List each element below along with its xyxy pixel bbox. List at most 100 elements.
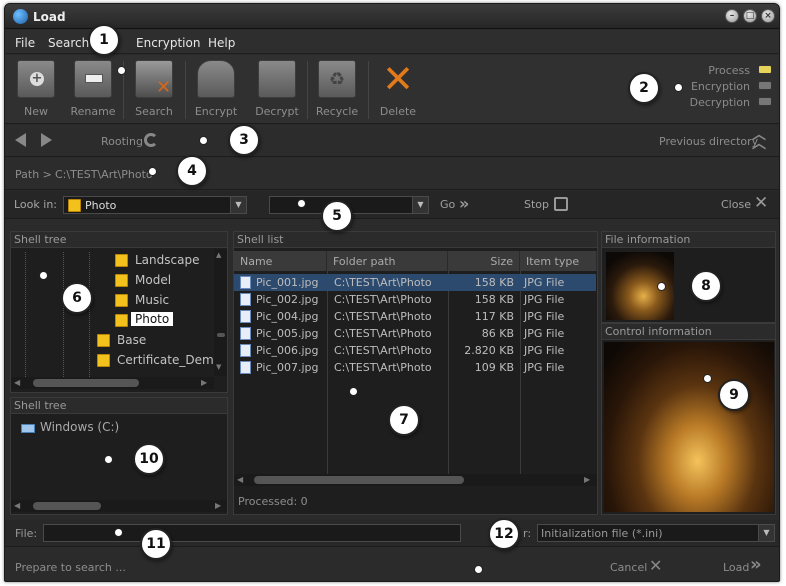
chevron-down-icon[interactable]: ▼ [758,525,774,541]
folder-icon [115,314,128,327]
app-logo-icon [13,9,28,24]
callout-11: 11 [140,528,172,560]
callout-4: 4 [176,155,208,187]
minimize-icon[interactable]: – [725,9,739,23]
status-text: Prepare to search ... [15,561,126,574]
toolbar-separator [368,61,369,119]
chevron-down-icon[interactable]: ▼ [230,197,246,213]
folder-icon [97,354,110,367]
cancel-x-icon[interactable]: ✕ [649,556,662,575]
rooting-label[interactable]: Rooting [101,135,143,148]
key-icon [258,60,296,98]
load-chevron-icon[interactable]: » [750,554,762,575]
close-button[interactable]: Close [721,198,751,211]
process-indicator [758,65,772,74]
decryption-indicator [758,97,772,106]
tree-item-model[interactable]: Model [135,273,171,287]
encrypt-button[interactable]: Encrypt [188,58,244,122]
previous-directory-label[interactable]: Previous directory [659,135,758,148]
table-row[interactable]: Pic_004.jpg C:\TEST\Art\Photo 117 KB JPG… [234,308,594,325]
shell-tree-title: Shell tree [11,232,227,248]
callout-9: 9 [718,379,750,411]
vertical-scrollbar[interactable]: ▲ ▼ [214,249,227,376]
decrypt-button[interactable]: Decrypt [249,58,305,122]
close-window-icon[interactable]: × [761,9,775,23]
file-input[interactable] [43,524,461,542]
callout-7: 7 [388,404,420,436]
menu-help[interactable]: Help [208,36,235,50]
menu-file[interactable]: File [15,36,35,50]
jpg-file-icon [240,344,251,357]
process-label: Process [708,64,750,77]
refresh-icon[interactable] [144,133,158,147]
column-name[interactable]: Name [234,251,327,271]
tree-item-landscape[interactable]: Landscape [135,253,199,267]
table-row[interactable]: Pic_001.jpg C:\TEST\Art\Photo 158 KB JPG… [234,274,596,291]
look-in-bar: Look in: Photo ▼ ▼ Go » Stop Close ✕ [5,191,779,219]
go-button[interactable]: Go [440,198,455,211]
shell-tree-drives-title: Shell tree [11,398,227,414]
shell-tree-panel: Shell tree Landscape Model Music Photo B… [10,231,228,393]
menu-search[interactable]: Search [48,36,89,50]
stop-button[interactable]: Stop [524,198,549,211]
look-in-value: Photo [85,199,117,212]
horizontal-scrollbar[interactable]: ◀ ▶ [234,474,597,486]
window-title: Load [33,10,66,24]
jpg-file-icon [240,361,251,374]
file-type-combo[interactable]: Initialization file (*.ini) ▼ [537,524,775,542]
file-information-panel: File information [601,231,776,323]
tree-item-photo[interactable]: Photo [131,312,174,326]
load-window: Load – □ × File Search Encryption Help +… [4,3,780,582]
up-chevron-icon[interactable]: ︿ ︿ [752,128,766,151]
table-row[interactable]: Pic_007.jpg C:\TEST\Art\Photo 109 KB JPG… [234,359,594,376]
tree-item-base[interactable]: Base [117,333,146,347]
search-button[interactable]: ✕ Search [126,58,182,122]
tree-item-certificate-demo[interactable]: Certificate_Demo [117,353,221,367]
drive-windows-c[interactable]: Windows (C:) [40,420,119,434]
look-in-label: Look in: [14,198,57,211]
table-row[interactable]: Pic_005.jpg C:\TEST\Art\Photo 86 KB JPG … [234,325,594,342]
encryption-indicator [758,81,772,90]
callout-5: 5 [321,200,353,232]
tree-item-music[interactable]: Music [135,293,169,307]
folder-icon [97,334,110,347]
callout-1: 1 [88,24,120,56]
back-arrow-icon[interactable] [15,133,26,147]
file-type-value: Initialization file (*.ini) [541,527,663,540]
rename-button[interactable]: Rename [65,58,121,122]
path-value: C:\TEST\Art\Photo [55,168,153,181]
new-button[interactable]: + New [8,58,64,122]
recycle-button[interactable]: ♻ Recycle [309,58,365,122]
go-chevron-icon[interactable]: » [459,194,469,213]
shell-tree-drives-panel: Shell tree Windows (C:) ◀ ▶ [10,397,228,515]
toolbar-separator [307,61,308,119]
shell-list-title: Shell list [234,232,597,248]
file-information-title: File information [602,232,775,248]
load-button[interactable]: Load [723,561,749,574]
close-x-icon[interactable]: ✕ [754,193,768,213]
forward-arrow-icon[interactable] [41,133,52,147]
table-row[interactable]: Pic_006.jpg C:\TEST\Art\Photo 2.820 KB J… [234,342,594,359]
horizontal-scrollbar[interactable]: ◀ ▶ [11,377,214,389]
path-bar: Path > C:\TEST\Art\Photo [5,158,779,190]
chevron-down-icon[interactable]: ▼ [412,197,428,213]
folder-icon [68,199,81,212]
look-in-combo[interactable]: Photo ▼ [63,196,247,214]
column-size[interactable]: Size [448,251,520,271]
horizontal-scrollbar[interactable]: ◀ ▶ [11,500,227,512]
callout-3: 3 [228,124,260,156]
file-label: File: [15,527,38,540]
navigation-bar: Rooting Previous directory ︿ ︿ [5,125,779,157]
maximize-icon[interactable]: □ [743,9,757,23]
menu-encryption[interactable]: Encryption [136,36,200,50]
column-item-type[interactable]: Item type [520,251,597,271]
stop-square-icon[interactable] [554,197,568,211]
delete-button[interactable]: ✕ Delete [370,58,426,122]
cancel-button[interactable]: Cancel [610,561,647,574]
column-folder-path[interactable]: Folder path [327,251,448,271]
control-information-panel: Control information [601,323,776,515]
shell-list-header: Name Folder path Size Item type [234,251,597,271]
table-row[interactable]: Pic_002.jpg C:\TEST\Art\Photo 158 KB JPG… [234,291,594,308]
toolbar-separator [185,61,186,119]
callout-2: 2 [628,72,660,104]
